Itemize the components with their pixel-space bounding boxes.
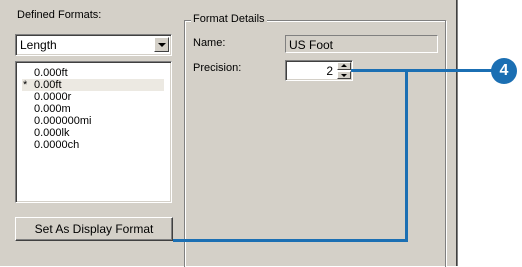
name-value: US Foot <box>289 38 334 52</box>
list-item[interactable]: 0.000000mi <box>22 115 92 127</box>
format-details-title: Format Details <box>191 13 267 25</box>
callout-line-precision <box>351 69 497 72</box>
list-item-label: 0.0000r <box>34 91 72 103</box>
list-item-label: 0.00ft <box>34 79 62 91</box>
list-item[interactable]: * 0.00ft <box>22 79 164 91</box>
spin-up-icon[interactable] <box>337 62 351 70</box>
list-item-label: 0.0000ch <box>34 139 80 151</box>
list-item[interactable]: 0.000m <box>22 103 71 115</box>
precision-spin-buttons[interactable] <box>337 62 351 79</box>
precision-spinner[interactable]: 2 <box>285 60 353 81</box>
precision-label: Precision: <box>193 62 242 74</box>
spin-down-icon[interactable] <box>337 71 351 79</box>
format-category-value: Length <box>20 38 57 52</box>
list-item[interactable]: 0.000lk <box>22 127 69 139</box>
chevron-down-icon[interactable] <box>154 37 169 52</box>
callout-line-vertical <box>405 69 408 242</box>
set-as-display-format-button[interactable]: Set As Display Format <box>15 217 173 241</box>
name-field: US Foot <box>285 35 438 53</box>
list-item-label: 0.000ft <box>34 67 68 79</box>
list-item-label: 0.000m <box>34 103 71 115</box>
format-dialog: Defined Formats: Length 0.000ft * 0.00ft… <box>0 0 458 267</box>
format-category-combo[interactable]: Length <box>15 34 172 56</box>
defined-formats-label: Defined Formats: <box>17 9 102 21</box>
list-item[interactable]: 0.0000r <box>22 91 71 103</box>
format-list[interactable]: 0.000ft * 0.00ft 0.0000r 0.000m 0.000000… <box>15 61 172 203</box>
precision-value: 2 <box>326 64 333 78</box>
current-format-marker: * <box>23 79 28 91</box>
list-item-label: 0.000000mi <box>34 115 92 127</box>
callout-badge: 4 <box>491 58 517 84</box>
list-item-label: 0.000lk <box>34 127 70 139</box>
callout-line-button <box>173 239 408 242</box>
list-item[interactable]: 0.0000ch <box>22 139 79 151</box>
name-label: Name: <box>193 37 226 49</box>
list-item[interactable]: 0.000ft <box>22 67 68 79</box>
